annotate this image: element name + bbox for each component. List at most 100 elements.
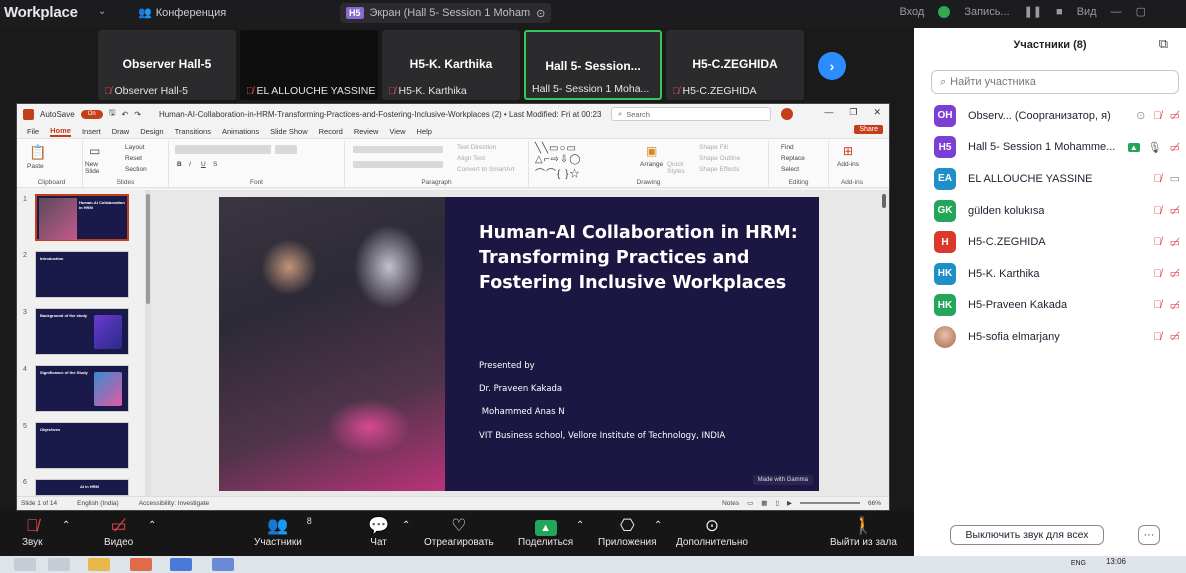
folder-icon[interactable]	[88, 558, 110, 571]
menu-home[interactable]: Home	[50, 126, 71, 137]
record-label[interactable]: Запись...	[964, 6, 1009, 18]
react-button[interactable]: ♡ Отреагировать	[424, 515, 494, 548]
input-language[interactable]: ENG	[1071, 560, 1086, 567]
slide-thumb-6[interactable]: AI in HRM	[35, 479, 129, 496]
chat-options-caret[interactable]: ⌃	[402, 520, 410, 531]
new-slide-label[interactable]: New Slide	[85, 161, 113, 175]
participant-tile[interactable]: 🎙̸ EL ALLOUCHE YASSINE	[240, 30, 378, 100]
apps-options-caret[interactable]: ⌃	[654, 520, 662, 531]
mic-on-icon[interactable]: 🎙	[1148, 141, 1162, 154]
login-label[interactable]: Вход	[899, 6, 924, 18]
camera-icon[interactable]: ▭	[1170, 172, 1180, 185]
add-ins-label[interactable]: Add-ins	[837, 161, 859, 168]
camera-off-icon[interactable]: ▭̸	[1170, 236, 1180, 249]
menu-design[interactable]: Design	[140, 127, 163, 136]
slide-thumb-2[interactable]: Introduction	[35, 251, 129, 298]
audio-button[interactable]: 🎙̸ Звук	[22, 515, 43, 548]
autosave-toggle[interactable]: On	[80, 109, 103, 119]
mic-off-icon[interactable]: 🎙̸	[1153, 299, 1161, 311]
mic-off-icon[interactable]: 🎙̸	[1153, 110, 1161, 122]
menu-draw[interactable]: Draw	[112, 127, 130, 136]
add-ins-icon[interactable]: ⊞	[843, 144, 853, 158]
redo-icon[interactable]: ↷	[134, 110, 141, 119]
more-button[interactable]: ⊙ Дополнительно	[676, 515, 748, 548]
minimize-icon[interactable]: —	[824, 107, 833, 118]
font-size-box[interactable]	[275, 145, 297, 154]
slide-scrollbar[interactable]	[879, 190, 889, 496]
sorter-view-icon[interactable]: ▦	[761, 499, 767, 507]
menu-view[interactable]: View	[389, 127, 405, 136]
mic-off-icon[interactable]: 🎙̸	[1153, 173, 1161, 185]
participant-tile[interactable]: H5-K. Karthika 🎙̸ H5-K. Karthika	[382, 30, 520, 100]
accessibility[interactable]: Accessibility: Investigate	[139, 500, 209, 507]
participant-row[interactable]: H5 Hall 5- Session 1 Mohamme... ▲ 🎙 ▭̸	[914, 132, 1186, 164]
mic-off-icon[interactable]: 🎙̸	[1153, 236, 1161, 248]
app-icon[interactable]	[212, 558, 234, 571]
clock[interactable]: 13:06	[1106, 557, 1126, 566]
camera-off-icon[interactable]: ▭̸	[1170, 267, 1180, 280]
save-icon[interactable]: 🖫	[109, 107, 116, 121]
screen-share-indicator[interactable]: H5 Экран (Hall 5- Session 1 Moham ⊙	[340, 3, 552, 23]
reset-label[interactable]: Reset	[125, 155, 142, 162]
camera-off-icon[interactable]: ▭̸	[1170, 299, 1180, 312]
participant-row[interactable]: H5-sofia elmarjany 🎙̸ ▭̸	[914, 321, 1186, 353]
menu-transitions[interactable]: Transitions	[175, 127, 211, 136]
more-icon[interactable]: ⊙	[536, 7, 545, 20]
shapes-gallery-icon[interactable]: ╲╲▭○▭ △⌐⇨⇩◯ ⌒⌒{ }☆	[535, 143, 581, 180]
italic-icon[interactable]: I	[189, 161, 191, 168]
bold-icon[interactable]: B	[177, 161, 182, 168]
paste-icon[interactable]: 📋	[29, 144, 46, 161]
list-controls[interactable]	[353, 146, 443, 153]
video-options-caret[interactable]: ⌃	[148, 520, 156, 531]
menu-file[interactable]: File	[27, 127, 39, 136]
menu-record[interactable]: Record	[319, 127, 343, 136]
mic-off-icon[interactable]: 🎙̸	[1153, 205, 1161, 217]
replace-label[interactable]: Replace	[781, 155, 805, 162]
zoom-level[interactable]: 66%	[868, 500, 881, 507]
video-button[interactable]: ▭̸ Видео	[104, 515, 133, 548]
scroll-knob[interactable]	[146, 194, 150, 304]
start-icon[interactable]	[14, 558, 36, 571]
text-direction-label[interactable]: Text Direction	[457, 144, 496, 151]
zoom-slider[interactable]	[799, 502, 860, 504]
menu-review[interactable]: Review	[354, 127, 379, 136]
participant-tile[interactable]: H5-C.ZEGHIDA 🎙̸ H5-C.ZEGHIDA	[666, 30, 804, 100]
stop-icon[interactable]: ■	[1056, 6, 1063, 18]
browser-icon[interactable]	[130, 558, 152, 571]
apps-button[interactable]: ⎔ Приложения	[598, 515, 657, 548]
mic-off-icon[interactable]: 🎙̸	[1153, 268, 1161, 280]
participant-tile-active[interactable]: Hall 5- Session... Hall 5- Session 1 Moh…	[524, 30, 662, 100]
strikethrough-icon[interactable]: S	[213, 161, 217, 168]
zoom-app-icon[interactable]	[170, 558, 192, 571]
shape-outline-label[interactable]: Shape Outline	[699, 155, 740, 162]
shield-icon[interactable]	[938, 5, 951, 18]
menu-slideshow[interactable]: Slide Show	[270, 127, 308, 136]
maximize-icon[interactable]: ▢	[1136, 5, 1146, 18]
menu-help[interactable]: Help	[417, 127, 432, 136]
align-controls[interactable]	[353, 161, 443, 168]
participants-button[interactable]: 👥 8 Участники	[254, 515, 312, 548]
arrange-label[interactable]: Arrange	[640, 161, 663, 168]
language[interactable]: English (India)	[77, 500, 119, 507]
undo-icon[interactable]: ↶	[122, 110, 129, 119]
audio-options-caret[interactable]: ⌃	[62, 520, 70, 531]
search-icon[interactable]	[48, 558, 70, 571]
section-label[interactable]: Section	[125, 166, 147, 173]
quick-styles-label[interactable]: Quick Styles	[667, 161, 689, 175]
reading-view-icon[interactable]: ▯	[775, 499, 779, 507]
new-slide-icon[interactable]: ▭	[89, 144, 100, 158]
ppt-search-box[interactable]: ⌕ Search	[611, 107, 771, 121]
select-label[interactable]: Select	[781, 166, 799, 173]
share-button[interactable]: Share	[854, 125, 883, 134]
avatar[interactable]	[781, 108, 793, 120]
more-options-button[interactable]: ···	[1138, 525, 1160, 545]
share-options-caret[interactable]: ⌃	[576, 520, 584, 531]
slide-thumb-4[interactable]: Significance of the Study	[35, 365, 129, 412]
font-name-box[interactable]	[175, 145, 271, 154]
chat-button[interactable]: 💬 Чат	[368, 515, 389, 548]
participant-row[interactable]: EA EL ALLOUCHE YASSINE 🎙̸ ▭	[914, 163, 1186, 195]
menu-animations[interactable]: Animations	[222, 127, 259, 136]
camera-off-icon[interactable]: ▭̸	[1170, 204, 1180, 217]
chevron-down-icon[interactable]: ⌄	[98, 6, 106, 17]
next-tiles-button[interactable]: ›	[818, 52, 846, 80]
